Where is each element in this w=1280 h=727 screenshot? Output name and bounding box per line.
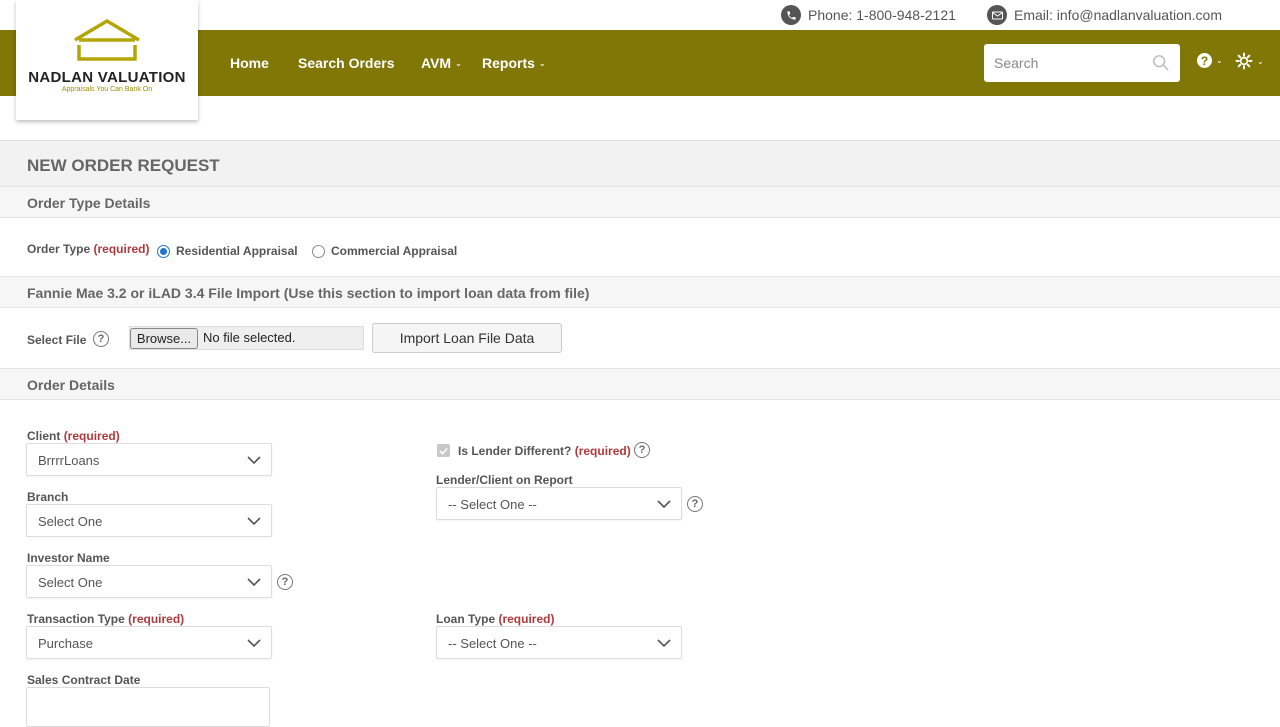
- radio-label[interactable]: Residential Appraisal: [176, 244, 298, 258]
- email-text[interactable]: Email: info@nadlanvaluation.com: [1014, 7, 1222, 23]
- chevron-down-icon: ⌄: [1216, 56, 1223, 65]
- select-value: BrrrrLoans: [38, 453, 100, 468]
- investor-label: Investor Name: [27, 551, 110, 565]
- sales-contract-date-label: Sales Contract Date: [27, 673, 141, 687]
- chevron-down-icon: ⌄: [538, 59, 546, 68]
- browse-button[interactable]: Browse...: [130, 328, 198, 349]
- radio-dot[interactable]: [312, 244, 325, 258]
- house-logo-icon: [74, 18, 140, 61]
- select-value: -- Select One --: [448, 497, 537, 512]
- help-icon[interactable]: ?: [687, 496, 703, 512]
- radio-label[interactable]: Commercial Appraisal: [331, 244, 457, 258]
- section-title: Fannie Mae 3.2 or iLAD 3.4 File Import (…: [27, 285, 590, 301]
- phone-icon: [781, 5, 801, 25]
- section-file-import: Fannie Mae 3.2 or iLAD 3.4 File Import (…: [0, 276, 1280, 308]
- nav-avm-label: AVM: [421, 55, 452, 71]
- envelope-icon: [987, 5, 1007, 25]
- nav-avm[interactable]: AVM ⌄: [421, 55, 462, 71]
- section-order-type: Order Type Details: [0, 186, 1280, 218]
- nav-home[interactable]: Home: [230, 55, 269, 71]
- transaction-type-select[interactable]: Purchase: [26, 626, 272, 659]
- help-icon[interactable]: ?: [277, 574, 293, 590]
- select-file-label: Select File: [27, 333, 87, 347]
- brand-logo[interactable]: NADLAN VALUATION Appraisals You Can Bank…: [16, 0, 198, 120]
- chevron-down-icon: [247, 578, 261, 587]
- nav-search-orders[interactable]: Search Orders: [298, 55, 395, 71]
- settings-menu-button[interactable]: ⌄: [1235, 52, 1264, 70]
- transaction-type-label: Transaction Type (required): [27, 612, 184, 626]
- required-marker: (required): [93, 242, 150, 256]
- select-value: Select One: [38, 514, 103, 529]
- order-type-label: Order Type (required): [27, 242, 150, 256]
- section-title: Order Details: [27, 377, 115, 393]
- search-input[interactable]: [984, 44, 1144, 82]
- chevron-down-icon: [247, 456, 261, 465]
- import-loan-file-button[interactable]: Import Loan File Data: [372, 323, 562, 353]
- radio-residential[interactable]: Residential Appraisal: [157, 244, 298, 258]
- required-marker: (required): [63, 429, 120, 443]
- label-text: Transaction Type: [27, 612, 125, 626]
- chevron-down-icon: [657, 500, 671, 509]
- chevron-down-icon: [247, 639, 261, 648]
- select-value: -- Select One --: [448, 636, 537, 651]
- lender-client-select[interactable]: -- Select One --: [436, 487, 682, 520]
- client-select[interactable]: BrrrrLoans: [26, 443, 272, 476]
- chevron-down-icon: ⌄: [1257, 56, 1264, 66]
- file-status: No file selected.: [203, 330, 296, 345]
- branch-select[interactable]: Select One: [26, 504, 272, 537]
- chevron-down-icon: ⌄: [455, 59, 462, 68]
- label-text: Client: [27, 429, 61, 443]
- required-marker: (required): [574, 444, 631, 458]
- client-label: Client (required): [27, 429, 120, 443]
- phone-text: Phone: 1-800-948-2121: [808, 7, 956, 23]
- select-value: Purchase: [38, 636, 93, 651]
- radio-commercial[interactable]: Commercial Appraisal: [312, 244, 457, 258]
- lender-different-checkbox[interactable]: [437, 444, 450, 457]
- help-icon[interactable]: ?: [93, 331, 109, 347]
- search-icon[interactable]: [1152, 54, 1170, 72]
- page-title: NEW ORDER REQUEST: [27, 156, 220, 175]
- chevron-down-icon: [247, 517, 261, 526]
- required-marker: (required): [498, 612, 555, 626]
- lender-different-label: Is Lender Different? (required): [458, 444, 631, 458]
- sales-contract-date-input[interactable]: [26, 687, 270, 727]
- loan-type-select[interactable]: -- Select One --: [436, 626, 682, 659]
- radio-dot[interactable]: [157, 244, 170, 258]
- contact-phone: Phone: 1-800-948-2121: [781, 5, 956, 25]
- nav-reports-label: Reports: [482, 55, 535, 71]
- required-marker: (required): [128, 612, 185, 626]
- contact-email[interactable]: Email: info@nadlanvaluation.com: [987, 5, 1222, 25]
- panel-header: NEW ORDER REQUEST: [0, 141, 1280, 187]
- label-text: Loan Type: [436, 612, 496, 626]
- label-text: Is Lender Different?: [458, 444, 572, 458]
- investor-select[interactable]: Select One: [26, 565, 272, 598]
- chevron-down-icon: [657, 639, 671, 648]
- gear-icon: [1235, 52, 1253, 70]
- brand-tagline: Appraisals You Can Bank On: [61, 86, 153, 93]
- select-value: Select One: [38, 575, 103, 590]
- lender-client-label: Lender/Client on Report: [436, 473, 573, 487]
- section-title: Order Type Details: [27, 195, 151, 211]
- section-order-details: Order Details: [0, 368, 1280, 400]
- branch-label: Branch: [27, 490, 69, 504]
- search-box[interactable]: [984, 44, 1180, 82]
- question-circle-icon: ?: [1197, 53, 1212, 68]
- nav-reports[interactable]: Reports ⌄: [482, 55, 546, 71]
- brand-name: NADLAN VALUATION: [28, 69, 186, 86]
- help-menu-button[interactable]: ? ⌄: [1197, 53, 1223, 68]
- checkmark-icon: [439, 447, 448, 455]
- label-text: Order Type: [27, 242, 91, 256]
- loan-type-label: Loan Type (required): [436, 612, 554, 626]
- help-icon[interactable]: ?: [634, 442, 650, 458]
